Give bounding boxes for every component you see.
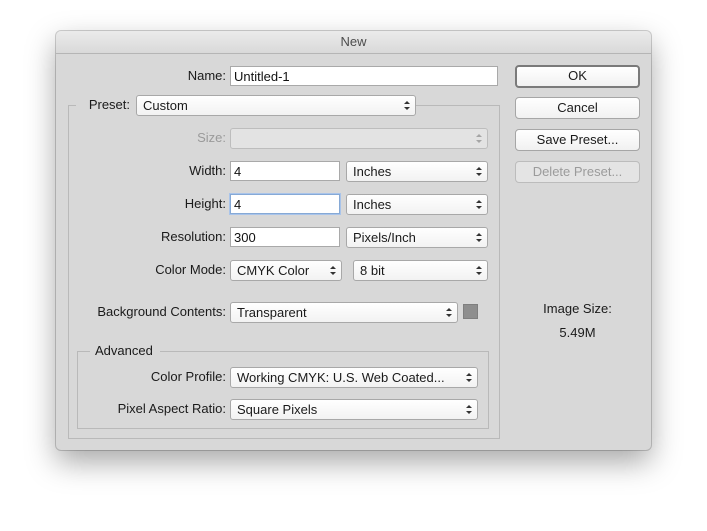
select-arrows-icon: [445, 306, 452, 319]
cancel-button[interactable]: Cancel: [515, 97, 640, 119]
select-arrows-icon: [329, 264, 336, 277]
width-unit-select[interactable]: Inches: [346, 161, 488, 182]
width-unit-value: Inches: [353, 164, 392, 179]
height-unit-select[interactable]: Inches: [346, 194, 488, 215]
select-arrows-icon: [475, 264, 482, 277]
select-arrows-icon: [403, 99, 410, 112]
select-arrows-icon: [475, 165, 482, 178]
width-label: Width:: [189, 163, 226, 178]
pixel-aspect-ratio-select[interactable]: Square Pixels: [230, 399, 478, 420]
dialog-title: New: [56, 31, 651, 54]
color-mode-label: Color Mode:: [155, 262, 226, 277]
color-profile-label: Color Profile:: [150, 369, 226, 384]
size-select: [230, 128, 488, 149]
image-size-value: 5.49M: [559, 325, 596, 340]
size-label: Size:: [197, 130, 226, 145]
select-arrows-icon: [465, 371, 472, 384]
preset-select[interactable]: Custom: [136, 95, 416, 116]
resolution-unit-value: Pixels/Inch: [353, 230, 416, 245]
advanced-legend: Advanced: [95, 343, 153, 358]
color-mode-value: CMYK Color: [237, 263, 310, 278]
select-arrows-icon: [475, 231, 482, 244]
resolution-label: Resolution:: [160, 229, 226, 244]
resolution-unit-select[interactable]: Pixels/Inch: [346, 227, 488, 248]
background-contents-label: Background Contents:: [97, 304, 226, 319]
pixel-aspect-ratio-value: Square Pixels: [237, 402, 318, 417]
preset-label: Preset:: [88, 97, 130, 112]
new-document-dialog: New Name: Preset: Custom Size: Width: In…: [56, 31, 651, 450]
height-unit-value: Inches: [353, 197, 392, 212]
select-arrows-icon: [465, 403, 472, 416]
bit-depth-select[interactable]: 8 bit: [353, 260, 488, 281]
preset-value: Custom: [143, 98, 188, 113]
width-input[interactable]: [230, 161, 340, 181]
height-input[interactable]: [230, 194, 340, 214]
height-label: Height:: [184, 196, 226, 211]
save-preset-button[interactable]: Save Preset...: [515, 129, 640, 151]
name-label: Name:: [187, 68, 226, 83]
background-color-swatch[interactable]: [463, 304, 478, 319]
background-contents-select[interactable]: Transparent: [230, 302, 458, 323]
pixel-aspect-ratio-label: Pixel Aspect Ratio:: [117, 401, 226, 416]
image-size-label: Image Size:: [543, 301, 612, 316]
color-profile-value: Working CMYK: U.S. Web Coated...: [237, 370, 445, 385]
ok-button[interactable]: OK: [515, 65, 640, 88]
color-profile-select[interactable]: Working CMYK: U.S. Web Coated...: [230, 367, 478, 388]
name-input[interactable]: [230, 66, 498, 86]
bit-depth-value: 8 bit: [360, 263, 385, 278]
color-mode-select[interactable]: CMYK Color: [230, 260, 342, 281]
select-arrows-icon: [475, 198, 482, 211]
select-arrows-icon: [475, 132, 482, 145]
background-contents-value: Transparent: [237, 305, 307, 320]
delete-preset-button: Delete Preset...: [515, 161, 640, 183]
resolution-input[interactable]: [230, 227, 340, 247]
